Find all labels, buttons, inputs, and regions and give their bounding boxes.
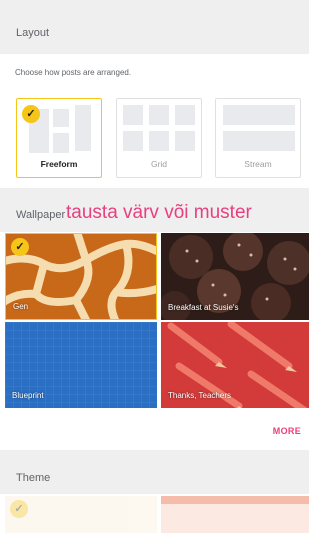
grid-block	[123, 105, 143, 125]
wallpaper-tile-gen[interactable]: ✓ Gen	[5, 233, 157, 320]
grid-block	[149, 131, 169, 151]
layout-option-grid[interactable]: Grid	[116, 98, 202, 178]
freeform-block	[53, 109, 69, 127]
wallpaper-tile-teachers[interactable]: Thanks, Teachers	[161, 322, 309, 408]
annotation-overlay-text: tausta värv või muster	[66, 202, 252, 223]
wallpaper-tile-breakfast[interactable]: Breakfast at Susie's	[161, 233, 309, 320]
checkmark-icon: ✓	[11, 238, 29, 256]
theme-tile-header-bar	[161, 496, 309, 504]
layout-option-label: Grid	[150, 159, 168, 169]
grid-block	[175, 131, 195, 151]
layout-option-freeform[interactable]: ✓ Freeform	[16, 98, 102, 178]
theme-tile-2[interactable]	[161, 496, 309, 533]
freeform-block	[53, 133, 69, 153]
layout-option-label: Stream	[244, 159, 272, 169]
layout-option-label: Freeform	[40, 159, 78, 169]
stream-block	[223, 131, 295, 151]
checkmark-icon: ✓	[10, 500, 28, 518]
stream-block	[223, 105, 295, 125]
more-wallpapers-button[interactable]: MORE	[273, 426, 301, 436]
layout-description: Choose how posts are arranged.	[15, 68, 132, 77]
wallpaper-tile-label: Thanks, Teachers	[168, 391, 231, 400]
grid-block	[175, 105, 195, 125]
wallpaper-tile-blueprint[interactable]: Blueprint	[5, 322, 157, 408]
checkmark-icon: ✓	[22, 105, 40, 123]
settings-panel: Layout Choose how posts are arranged. ✓ …	[0, 0, 309, 533]
theme-tile-1[interactable]: ✓	[5, 496, 157, 533]
grid-block	[123, 131, 143, 151]
wallpaper-tile-label: Gen	[13, 302, 29, 311]
theme-section-header: Theme	[0, 450, 309, 494]
theme-section-title: Theme	[16, 472, 51, 484]
layout-section-header: Layout	[0, 0, 309, 54]
grid-block	[149, 105, 169, 125]
freeform-block	[75, 105, 91, 151]
wallpaper-tile-label: Breakfast at Susie's	[168, 303, 239, 312]
layout-section-title: Layout	[16, 27, 50, 39]
layout-option-stream[interactable]: Stream	[215, 98, 301, 178]
wallpaper-section-title: Wallpaper	[16, 209, 66, 221]
wallpaper-tile-label: Blueprint	[12, 391, 44, 400]
